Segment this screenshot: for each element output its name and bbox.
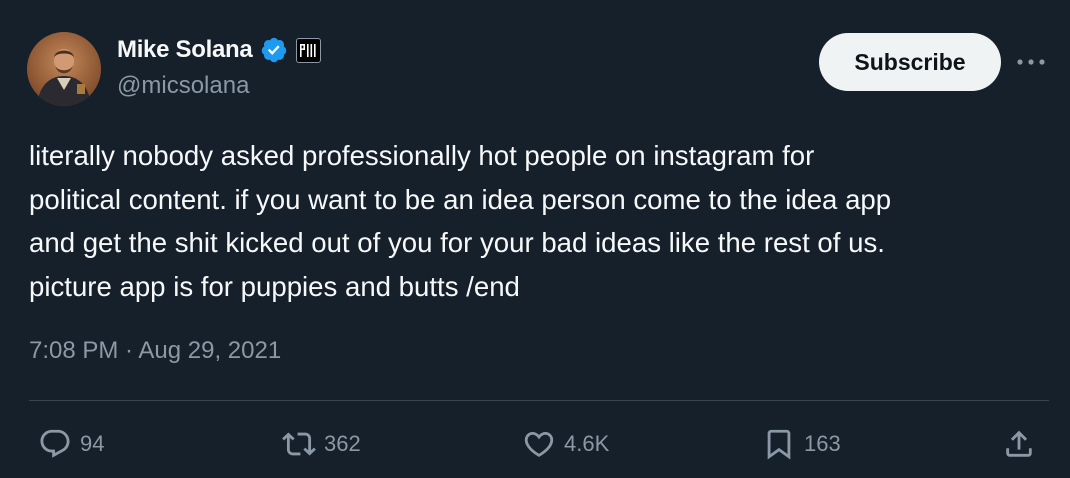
retweet-count: 362	[324, 431, 361, 456]
author-display-name[interactable]: Mike Solana	[117, 36, 253, 64]
subscribe-button[interactable]: Subscribe	[819, 33, 1001, 91]
reply-icon	[40, 429, 70, 458]
avatar[interactable]	[27, 32, 101, 106]
tweet-text: literally nobody asked professionally ho…	[29, 140, 892, 302]
affiliate-logo-icon	[300, 43, 317, 57]
reply-button[interactable]: 94	[38, 425, 104, 463]
tweet-card: Mike Solana @micsolana Subscribe literal…	[0, 0, 1070, 478]
reply-count: 94	[80, 431, 105, 456]
share-icon	[1006, 430, 1032, 457]
retweet-icon	[282, 432, 316, 456]
avatar-portrait-image	[27, 32, 101, 106]
divider	[29, 400, 1049, 401]
author-handle[interactable]: @micsolana	[117, 72, 249, 100]
author-name-row: Mike Solana	[117, 33, 322, 67]
bookmark-count: 163	[804, 431, 841, 456]
more-horizontal-icon	[1017, 59, 1045, 65]
bookmark-icon	[767, 429, 791, 460]
tweet-timestamp[interactable]: 7:08 PM · Aug 29, 2021	[29, 337, 281, 365]
retweet-button[interactable]: 362	[282, 425, 361, 463]
bookmark-button[interactable]: 163	[762, 425, 841, 463]
share-button[interactable]	[1002, 425, 1036, 463]
affiliate-badge[interactable]	[296, 37, 322, 63]
verified-badge-icon[interactable]	[260, 36, 288, 64]
like-count: 4.6K	[564, 431, 610, 456]
more-options-button[interactable]	[1014, 48, 1048, 76]
heart-icon	[524, 431, 554, 457]
like-button[interactable]: 4.6K	[522, 425, 609, 463]
